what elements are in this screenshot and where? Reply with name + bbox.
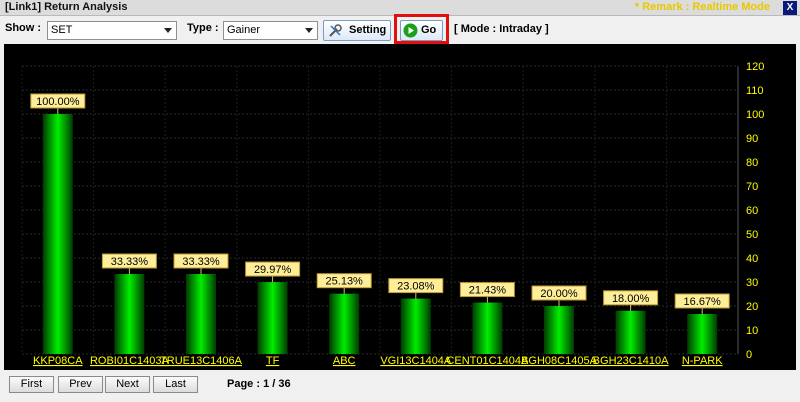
chart-canvas: 100.00% 33.33% 33.33% 29.97% 25.13% 23.08% 21.… bbox=[21, 61, 764, 367]
x-tick-label: VGI13C1404A bbox=[380, 355, 452, 367]
data-label: 25.13% bbox=[326, 276, 364, 288]
bar bbox=[615, 310, 646, 354]
close-icon[interactable]: X bbox=[783, 1, 797, 15]
bar bbox=[400, 298, 431, 354]
bar bbox=[257, 282, 288, 354]
go-button-highlight bbox=[394, 14, 449, 44]
show-select[interactable]: SET bbox=[47, 21, 177, 40]
x-axis: KKP08CA ROBI01C1403ATRUE13C1406A TF ABC VGI1… bbox=[33, 355, 723, 367]
chevron-down-icon bbox=[164, 28, 172, 33]
x-tick-label: KKP08CA bbox=[33, 355, 83, 367]
pager: First Prev Next Last Page : 1 / 36 bbox=[0, 370, 800, 402]
y-tick-label: 120 bbox=[746, 61, 764, 73]
bar bbox=[329, 293, 360, 354]
bar bbox=[186, 274, 216, 354]
x-tick-label: BGH23C1410A bbox=[593, 355, 669, 367]
x-tick-label: TRUE13C1406A bbox=[160, 355, 243, 367]
bar bbox=[544, 306, 574, 354]
first-page-button[interactable]: First bbox=[9, 376, 54, 393]
data-label: 20.00% bbox=[540, 288, 578, 300]
last-page-button[interactable]: Last bbox=[153, 376, 198, 393]
y-tick-label: 10 bbox=[746, 325, 758, 337]
y-tick-label: 40 bbox=[746, 253, 758, 265]
x-tick-label: CENT01C1404A bbox=[446, 355, 529, 367]
type-label: Type : bbox=[187, 22, 219, 34]
show-label: Show : bbox=[5, 22, 42, 34]
prev-page-button[interactable]: Prev bbox=[58, 376, 103, 393]
y-tick-label: 100 bbox=[746, 109, 764, 121]
setting-button-label: Setting bbox=[349, 24, 387, 36]
type-select-value: Gainer bbox=[227, 24, 261, 36]
x-tick-label: N-PARK bbox=[682, 355, 723, 367]
x-tick-label: BGH08C1405A bbox=[521, 355, 597, 367]
y-tick-label: 60 bbox=[746, 205, 758, 217]
data-label: 23.08% bbox=[397, 281, 435, 293]
next-page-button[interactable]: Next bbox=[105, 376, 150, 393]
bar bbox=[472, 302, 503, 354]
x-tick-label: TF bbox=[266, 355, 280, 367]
y-tick-label: 0 bbox=[746, 349, 752, 361]
chevron-down-icon bbox=[305, 28, 313, 33]
mode-indicator: [ Mode : Intraday ] bbox=[454, 23, 549, 35]
y-tick-label: 110 bbox=[746, 85, 764, 97]
data-label: 18.00% bbox=[612, 293, 650, 305]
y-tick-label: 30 bbox=[746, 277, 758, 289]
bar bbox=[687, 313, 718, 354]
bar bbox=[114, 274, 145, 354]
setting-button[interactable]: Setting bbox=[323, 20, 391, 41]
data-label: 33.33% bbox=[111, 256, 149, 268]
data-label: 21.43% bbox=[469, 285, 507, 297]
bar bbox=[42, 114, 73, 354]
data-label: 29.97% bbox=[254, 264, 292, 276]
data-label: 100.00% bbox=[36, 96, 80, 108]
type-select[interactable]: Gainer bbox=[223, 21, 318, 40]
tools-icon bbox=[329, 24, 342, 37]
data-label: 33.33% bbox=[182, 256, 220, 268]
y-tick-label: 20 bbox=[746, 301, 758, 313]
show-select-value: SET bbox=[51, 24, 73, 36]
y-tick-label: 80 bbox=[746, 157, 758, 169]
remark-text: * Remark : Realtime Mode bbox=[634, 1, 770, 13]
window-title: [Link1] Return Analysis bbox=[5, 1, 128, 13]
return-chart: 100.00% 33.33% 33.33% 29.97% 25.13% 23.08% 21.… bbox=[4, 44, 796, 370]
data-label: 16.67% bbox=[684, 296, 722, 308]
page-indicator: Page : 1 / 36 bbox=[227, 378, 291, 390]
y-tick-label: 50 bbox=[746, 229, 758, 241]
y-tick-label: 70 bbox=[746, 181, 758, 193]
x-tick-label: ROBI01C1403A bbox=[90, 355, 170, 367]
y-tick-label: 90 bbox=[746, 133, 758, 145]
y-axis: 0 10 20 30 40 50 60 70 80 90 100 110 120 bbox=[746, 61, 764, 361]
x-tick-label: ABC bbox=[333, 355, 356, 367]
